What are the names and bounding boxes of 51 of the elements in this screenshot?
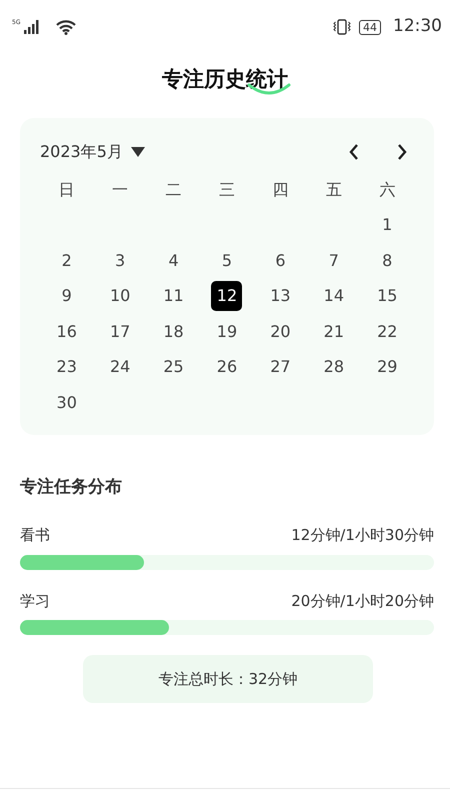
calendar-day[interactable]: 27 — [264, 352, 296, 382]
calendar-day[interactable]: 18 — [158, 316, 190, 347]
weekday-label: 五 — [324, 178, 343, 200]
calendar-day[interactable]: 10 — [104, 281, 136, 312]
total-duration-panel: 专注总时长：32分钟 — [83, 655, 373, 703]
calendar-day[interactable]: 19 — [211, 316, 242, 347]
task-duration: 12分钟/1小时30分钟 — [291, 525, 434, 546]
calendar-day[interactable]: 26 — [211, 352, 242, 382]
calendar-day[interactable]: 14 — [318, 281, 350, 312]
calendar-day[interactable]: 8 — [372, 246, 403, 276]
calendar-day[interactable]: 17 — [104, 316, 136, 347]
left-chevron-icon — [348, 142, 360, 160]
weekday-label: 六 — [378, 178, 396, 200]
calendar-day[interactable]: 9 — [51, 281, 82, 312]
calendar-day[interactable]: 12 — [211, 281, 242, 312]
caret-icon — [130, 146, 145, 156]
weekday-label: 二 — [164, 178, 183, 200]
calendar-day[interactable]: 6 — [264, 246, 296, 276]
month-picker[interactable]: 2023年5月 — [40, 140, 151, 164]
calendar-day[interactable]: 16 — [51, 316, 82, 347]
weekday-label: 三 — [218, 178, 236, 200]
weekday-label: 一 — [111, 178, 130, 200]
calendar-day[interactable]: 11 — [158, 281, 190, 312]
battery-icon: 44 — [359, 20, 381, 34]
wifi-icon — [56, 20, 76, 34]
task-name: 看书 — [20, 525, 50, 546]
calendar-day[interactable]: 28 — [318, 352, 350, 382]
calendar-day[interactable]: 15 — [372, 281, 403, 312]
calendar-day[interactable]: 24 — [104, 352, 136, 382]
calendar-day[interactable]: 1 — [372, 210, 403, 240]
right-chevron-icon — [396, 142, 408, 160]
clock-time: 12:30 — [393, 15, 442, 38]
calendar-day[interactable]: 4 — [158, 246, 190, 276]
calendar-day[interactable]: 22 — [372, 316, 403, 347]
calendar-day[interactable]: 2 — [51, 246, 82, 276]
weekday-label: 日 — [58, 178, 76, 200]
calendar-day[interactable]: 23 — [51, 352, 82, 382]
task-duration: 20分钟/1小时20分钟 — [291, 590, 434, 612]
calendar-day[interactable]: 30 — [51, 388, 82, 418]
calendar-day[interactable]: 5 — [211, 246, 242, 276]
weekday-label: 四 — [271, 178, 290, 200]
vibrate-icon — [333, 18, 351, 36]
section-title: 专注任务分布 — [20, 476, 123, 498]
calendar-day[interactable]: 29 — [372, 352, 403, 382]
calendar-day[interactable]: 20 — [264, 316, 296, 347]
calendar-day[interactable]: 7 — [318, 246, 350, 276]
calendar-day[interactable]: 3 — [104, 246, 136, 276]
calendar-day[interactable]: 13 — [264, 281, 296, 312]
task-name: 学习 — [20, 590, 50, 612]
calendar-day[interactable]: 21 — [318, 316, 350, 347]
calendar-day[interactable]: 25 — [158, 352, 190, 382]
